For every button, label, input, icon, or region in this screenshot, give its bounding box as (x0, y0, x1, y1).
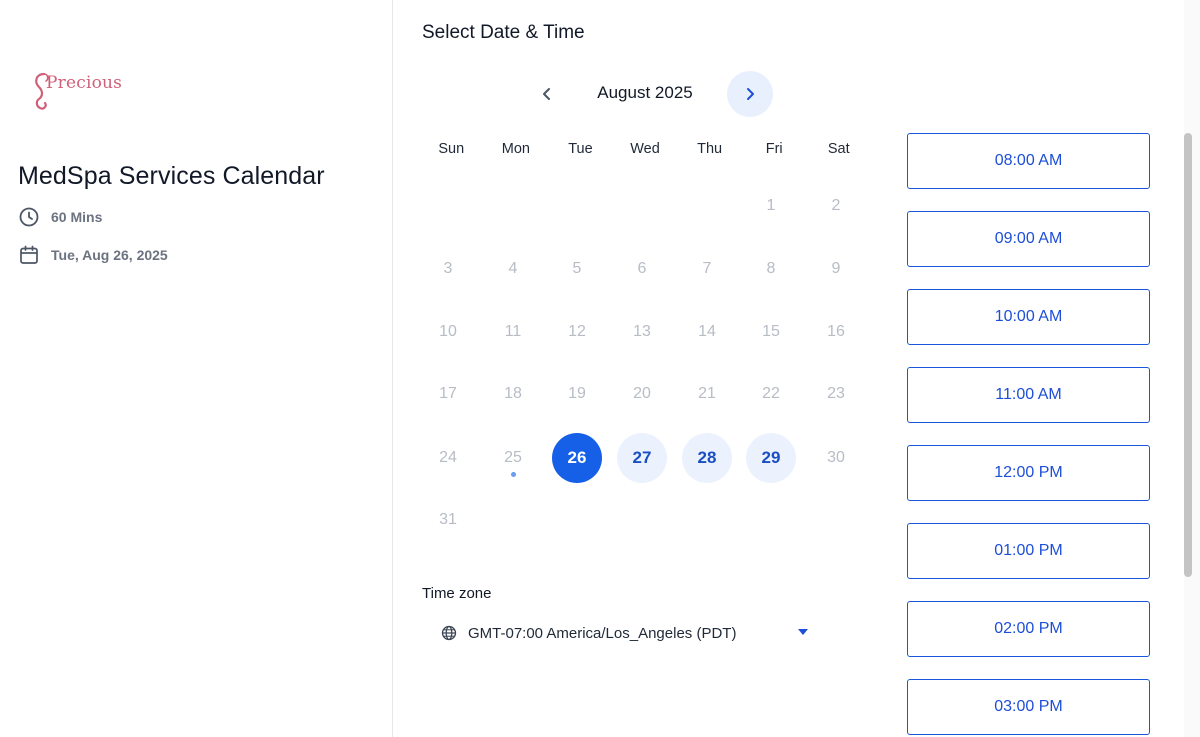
calendar-day: 8 (766, 260, 776, 277)
weekday-header: Sun Mon Tue Wed Thu Fri Sat (419, 141, 871, 157)
calendar-day: 18 (504, 385, 522, 402)
weekday-label: Mon (501, 141, 530, 157)
calendar-day: 24 (439, 449, 457, 466)
time-slot-button[interactable]: 11:00 AM (907, 367, 1150, 423)
time-slot-button[interactable]: 02:00 PM (907, 601, 1150, 657)
calendar-day: 9 (831, 260, 841, 277)
weekday-label: Thu (697, 141, 723, 157)
clock-icon (18, 206, 40, 228)
calendar-day: 12 (568, 323, 586, 340)
caret-down-icon (798, 629, 808, 635)
calendar-day: 11 (504, 323, 522, 340)
calendar-day[interactable]: 26 (552, 433, 602, 483)
calendar-day: 23 (827, 385, 845, 402)
duration-row: 60 Mins (18, 206, 102, 228)
duration-text: 60 Mins (51, 209, 103, 225)
calendar-day: 13 (633, 323, 651, 340)
calendar-day: 21 (698, 385, 716, 402)
calendar-day: 31 (439, 511, 457, 528)
weekday-label: Wed (630, 141, 660, 157)
time-slot-button[interactable]: 01:00 PM (907, 523, 1150, 579)
calendar-day: 16 (827, 323, 845, 340)
time-slot-button[interactable]: 12:00 PM (907, 445, 1150, 501)
calendar-day: 15 (762, 323, 780, 340)
calendar-day: 22 (762, 385, 780, 402)
next-month-button[interactable] (727, 71, 773, 117)
event-title: MedSpa Services Calendar (18, 162, 325, 190)
calendar-day: 20 (633, 385, 651, 402)
calendar-day: 25 (488, 433, 538, 483)
brand-logo: Precious (30, 70, 130, 114)
calendar-day: 10 (439, 323, 457, 340)
calendar-day: 19 (568, 385, 586, 402)
time-slot-button[interactable]: 03:00 PM (907, 679, 1150, 735)
calendar-day: 7 (702, 260, 712, 277)
time-slot-button[interactable]: 09:00 AM (907, 211, 1150, 267)
date-row: Tue, Aug 26, 2025 (18, 244, 168, 266)
calendar-day: 1 (766, 197, 776, 214)
calendar-day: 30 (827, 449, 845, 466)
scrollbar-thumb[interactable] (1184, 133, 1192, 577)
chevron-left-icon (543, 88, 550, 100)
calendar-day[interactable]: 28 (682, 433, 732, 483)
weekday-label: Sun (438, 141, 465, 157)
logo-wordmark: Precious (46, 73, 123, 93)
section-title: Select Date & Time (422, 22, 585, 43)
previous-month-button[interactable] (524, 71, 570, 117)
globe-icon (440, 624, 458, 642)
time-slot-button[interactable]: 10:00 AM (907, 289, 1150, 345)
weekday-label: Tue (568, 141, 593, 157)
calendar-day[interactable]: 27 (617, 433, 667, 483)
calendar-day: 17 (439, 385, 457, 402)
timezone-value: GMT-07:00 America/Los_Angeles (PDT) (468, 624, 737, 642)
event-info-panel: Precious MedSpa Services Calendar 60 Min… (0, 0, 393, 737)
calendar-day: 6 (637, 260, 647, 277)
calendar-day: 5 (572, 260, 582, 277)
calendar-day: 4 (508, 260, 518, 277)
calendar-day: 3 (443, 260, 453, 277)
selected-date-text: Tue, Aug 26, 2025 (51, 247, 168, 263)
month-navigation: August 2025 (524, 71, 774, 117)
time-slot-button[interactable]: 08:00 AM (907, 133, 1150, 189)
calendar-day[interactable]: 29 (746, 433, 796, 483)
today-indicator (511, 472, 516, 477)
chevron-right-icon (747, 88, 754, 100)
weekday-label: Sat (827, 141, 850, 157)
calendar-day: 2 (831, 197, 841, 214)
calendar-day: 14 (698, 323, 716, 340)
timezone-select[interactable]: GMT-07:00 America/Los_Angeles (PDT) (440, 619, 815, 647)
month-label: August 2025 (597, 83, 693, 102)
calendar-icon (18, 244, 40, 266)
weekday-label: Fri (765, 141, 783, 157)
timezone-label: Time zone (422, 585, 492, 602)
